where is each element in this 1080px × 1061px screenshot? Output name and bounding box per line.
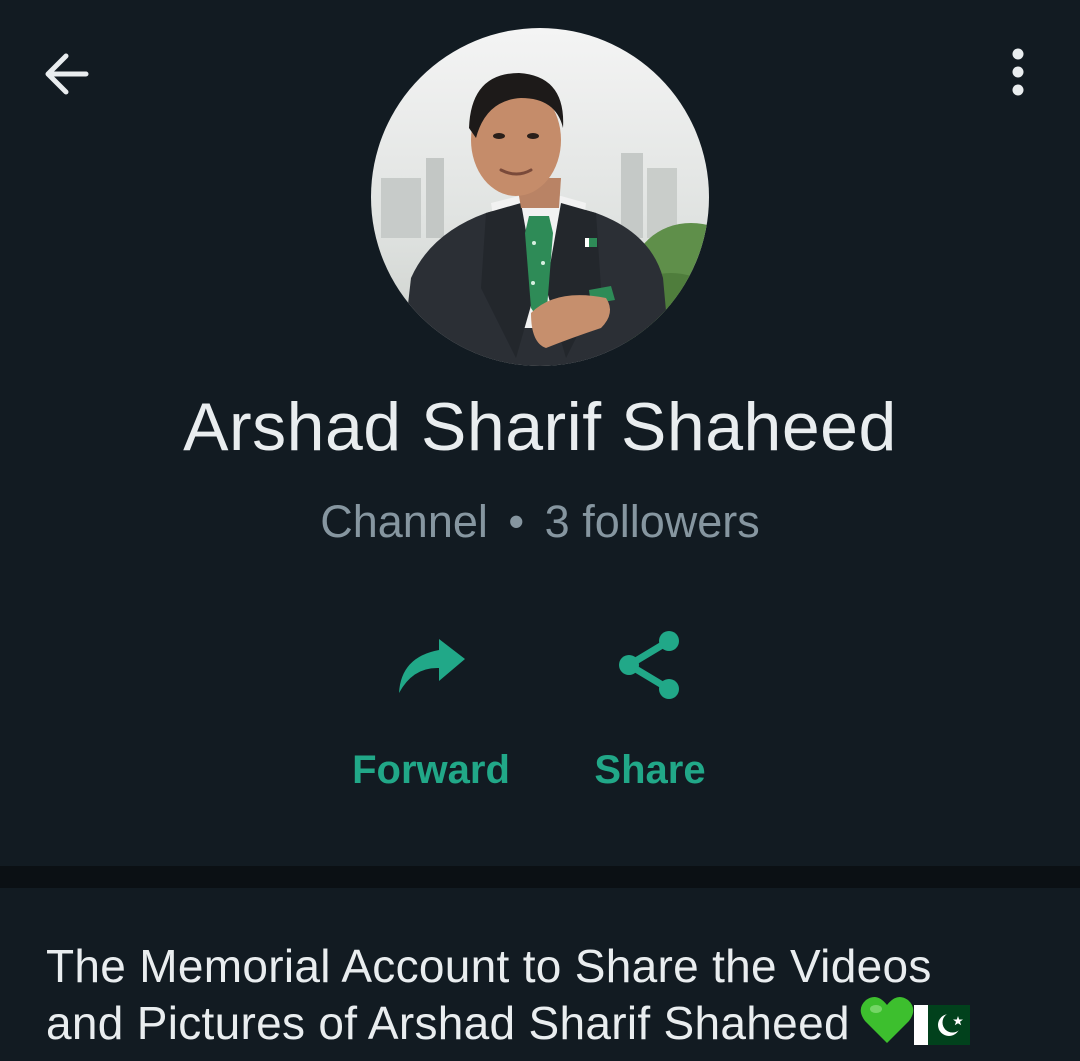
share-icon-wrap — [550, 620, 750, 710]
channel-description: The Memorial Account to Share the Videos… — [46, 938, 1056, 1058]
channel-header-section: Arshad Sharif Shaheed Channel • 3 follow… — [0, 0, 1080, 866]
channel-type-label: Channel — [320, 496, 488, 547]
follower-count: 3 followers — [544, 496, 760, 547]
share-button[interactable]: Share — [550, 620, 750, 810]
pakistan-flag-icon — [913, 1001, 970, 1058]
arrow-left-icon — [45, 53, 89, 95]
description-line-2: and Pictures of Arshad Sharif Shaheed — [46, 995, 1056, 1058]
forward-label: Forward — [352, 748, 510, 792]
channel-profile-photo — [371, 28, 709, 366]
description-line-1: The Memorial Account to Share the Videos — [46, 940, 932, 992]
forward-button[interactable]: Forward — [331, 620, 531, 810]
channel-avatar[interactable] — [371, 28, 709, 366]
section-divider — [0, 866, 1080, 888]
meta-separator: • — [508, 496, 525, 547]
channel-subtitle: Channel • 3 followers — [0, 496, 1080, 548]
forward-icon — [399, 639, 465, 693]
share-label: Share — [594, 748, 706, 792]
share-icon — [619, 631, 679, 699]
more-vertical-icon — [1012, 48, 1024, 96]
channel-name: Arshad Sharif Shaheed — [183, 389, 897, 465]
description-line-2-text: and Pictures of Arshad Sharif Shaheed — [46, 997, 850, 1049]
forward-icon-wrap — [331, 620, 531, 710]
green-heart-icon — [860, 995, 914, 1058]
more-options-button[interactable] — [984, 38, 1052, 106]
back-button[interactable] — [30, 38, 102, 110]
